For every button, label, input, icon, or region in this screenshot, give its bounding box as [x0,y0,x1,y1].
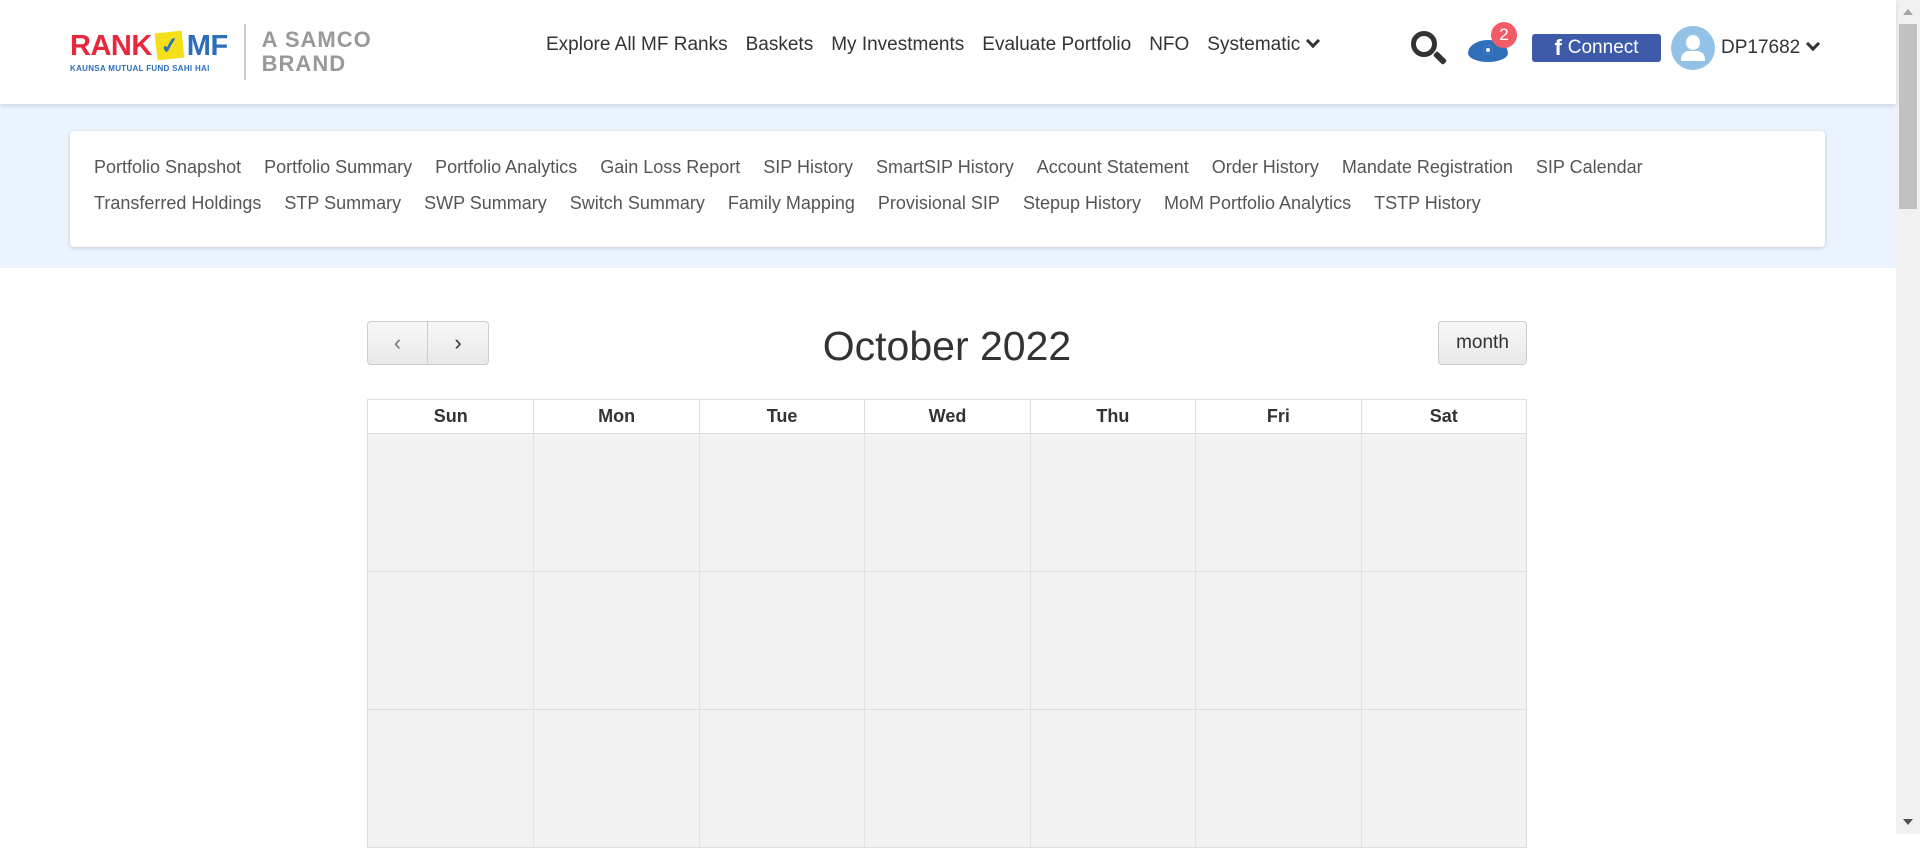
calendar-day-cell[interactable] [1195,434,1360,571]
watchlist-count-badge: 2 [1491,22,1517,48]
scroll-down-icon[interactable] [1903,819,1913,825]
nav-explore-mf-ranks[interactable]: Explore All MF Ranks [546,34,728,56]
portfolio-submenu: Portfolio Snapshot Portfolio Summary Portf… [70,131,1825,247]
connect-label: Connect [1567,37,1639,58]
brand-line1: A SAMCO [261,27,372,52]
calendar-day-cell[interactable] [698,434,864,571]
scrollbar[interactable] [1896,0,1920,834]
nav-systematic-label: Systematic [1207,34,1301,55]
calendar-day-cell[interactable] [533,434,698,571]
calendar-day-cell[interactable] [1029,572,1195,709]
submenu-item-family-mapping[interactable]: Family Mapping [728,192,855,215]
logo-rank: RANK [70,29,152,62]
submenu-item-swp-summary[interactable]: SWP Summary [424,192,547,215]
submenu-item-smartsip-history[interactable]: SmartSIP History [876,156,1014,179]
calendar-day-cell[interactable] [1029,710,1195,847]
scroll-up-icon[interactable] [1903,9,1913,15]
submenu-item-order-history[interactable]: Order History [1212,156,1319,179]
submenu-item-switch-summary[interactable]: Switch Summary [570,192,705,215]
weekday-tue: Tue [698,400,864,433]
calendar-day-cell[interactable] [1360,572,1526,709]
calendar-day-cell[interactable] [698,710,864,847]
user-menu[interactable]: DP17682 [1721,36,1821,59]
submenu-item-mom-portfolio-analytics[interactable]: MoM Portfolio Analytics [1164,192,1351,215]
facebook-icon: f [1554,35,1562,60]
calendar-day-cell[interactable] [533,710,698,847]
calendar-week-row [367,710,1527,848]
nav-evaluate-portfolio[interactable]: Evaluate Portfolio [982,34,1131,56]
user-id: DP17682 [1721,37,1801,58]
submenu-item-tstp-history[interactable]: TSTP History [1374,192,1481,215]
calendar-day-cell[interactable] [1360,434,1526,571]
submenu-item-stp-summary[interactable]: STP Summary [284,192,401,215]
month-view-button[interactable]: month [1438,321,1527,365]
calendar-day-cell[interactable] [864,572,1029,709]
calendar-day-cell[interactable] [533,572,698,709]
calendar-day-cell[interactable] [1195,710,1360,847]
submenu-item-mandate-registration[interactable]: Mandate Registration [1342,156,1513,179]
calendar-day-cell[interactable] [864,710,1029,847]
calendar-day-cell[interactable] [864,434,1029,571]
submenu-item-transferred-holdings[interactable]: Transferred Holdings [94,192,261,215]
scrollbar-thumb[interactable] [1899,24,1917,209]
logo-divider [243,24,246,80]
submenu-item-sip-history[interactable]: SIP History [763,156,853,179]
calendar-grid: Sun Mon Tue Wed Thu Fri Sat [367,399,1527,848]
calendar-day-cell[interactable] [368,434,533,571]
submenu-item-portfolio-snapshot[interactable]: Portfolio Snapshot [94,156,241,179]
calendar-week-row [367,434,1527,572]
submenu-item-portfolio-analytics[interactable]: Portfolio Analytics [435,156,577,179]
calendar-week-row [367,572,1527,710]
watchlist-button[interactable]: 2 [1466,22,1517,68]
check-icon: ✓ [154,30,185,60]
facebook-connect-button[interactable]: f Connect [1532,34,1661,62]
weekday-header: Sun Mon Tue Wed Thu Fri Sat [367,399,1527,434]
calendar-day-cell[interactable] [368,572,533,709]
nav-systematic[interactable]: Systematic [1207,33,1321,56]
calendar-day-cell[interactable] [698,572,864,709]
weekday-thu: Thu [1029,400,1195,433]
calendar-day-cell[interactable] [1195,572,1360,709]
calendar-title: October 2022 [822,323,1072,369]
submenu-item-stepup-history[interactable]: Stepup History [1023,192,1141,215]
top-header: RANK ✓ MF KAUNSA MUTUAL FUND SAHI HAI A SA… [0,0,1896,104]
nav-baskets[interactable]: Baskets [746,34,814,56]
logo-mf: MF [186,29,228,62]
weekday-mon: Mon [533,400,698,433]
calendar-day-cell[interactable] [1360,710,1526,847]
submenu-item-gain-loss-report[interactable]: Gain Loss Report [600,156,740,179]
search-icon[interactable] [1408,28,1448,68]
calendar-day-cell[interactable] [1029,434,1195,571]
submenu-item-provisional-sip[interactable]: Provisional SIP [878,192,1000,215]
rankmf-logo[interactable]: RANK ✓ MF KAUNSA MUTUAL FUND SAHI HAI A SA… [70,24,372,80]
logo-tagline: KAUNSA MUTUAL FUND SAHI HAI [70,63,210,73]
brand-line2: BRAND [261,51,347,76]
nav-my-investments[interactable]: My Investments [831,34,964,56]
submenu-item-account-statement[interactable]: Account Statement [1037,156,1189,179]
calendar-day-cell[interactable] [368,710,533,847]
chevron-down-icon [1806,36,1821,52]
weekday-fri: Fri [1195,400,1360,433]
main-nav: Explore All MF Ranks Baskets My Investme… [546,33,1321,56]
weekday-sun: Sun [433,406,468,426]
weekday-sat: Sat [1360,400,1526,433]
submenu-item-portfolio-summary[interactable]: Portfolio Summary [264,156,412,179]
submenu-item-sip-calendar[interactable]: SIP Calendar [1536,156,1643,179]
weekday-wed: Wed [864,400,1029,433]
avatar[interactable] [1671,26,1715,70]
chevron-down-icon [1306,33,1321,49]
nav-nfo[interactable]: NFO [1149,34,1189,56]
